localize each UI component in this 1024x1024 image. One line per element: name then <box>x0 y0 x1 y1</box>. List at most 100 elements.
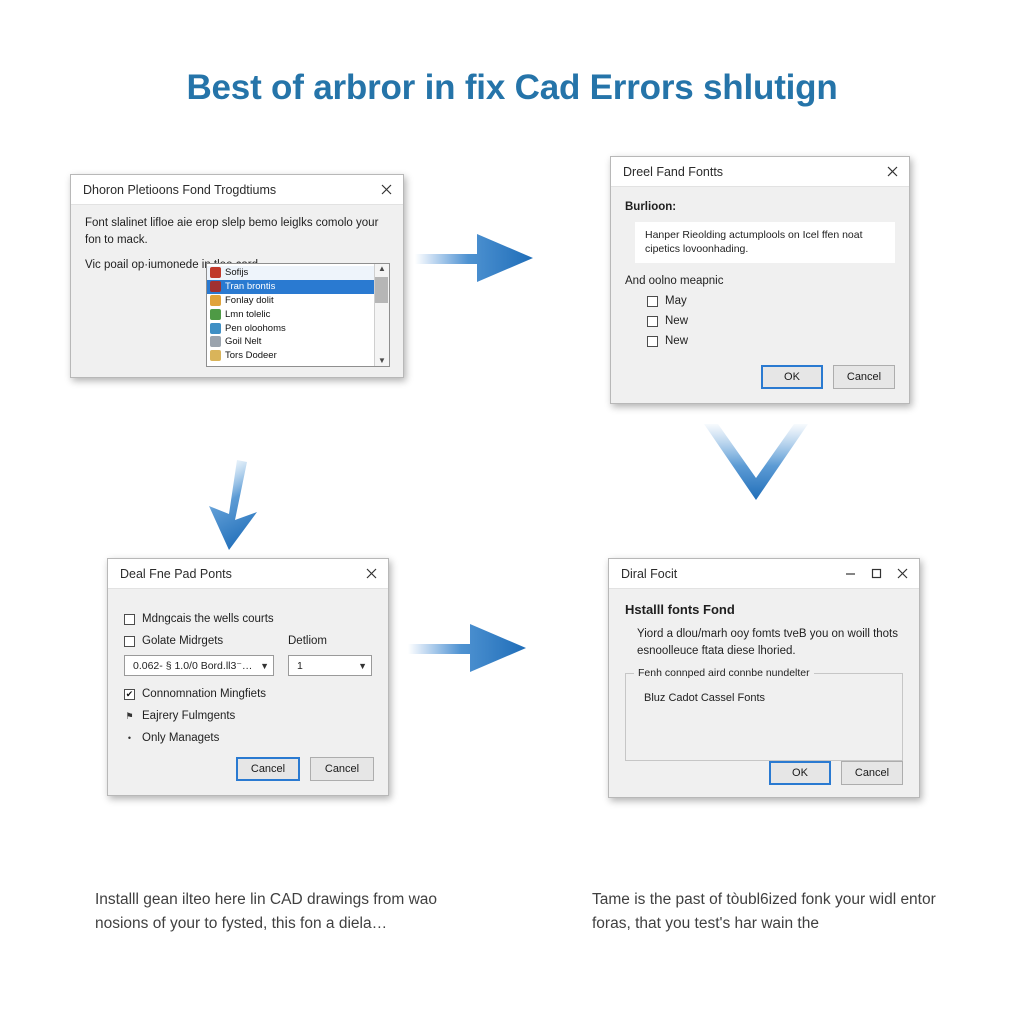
caption-left: Installl gean ilteo here lin CAD drawing… <box>95 891 438 932</box>
dialog1-title: Dhoron Pletioons Fond Trogdtiums <box>83 182 277 197</box>
close-icon[interactable] <box>373 178 399 202</box>
list-item[interactable]: Lmn tolelic <box>207 307 374 321</box>
dialog-diral-focit: Diral Focit Hstalll fonts Fond Yiord a d… <box>608 558 920 798</box>
close-icon[interactable] <box>358 562 384 586</box>
checkbox-row[interactable]: New <box>647 335 895 347</box>
list-item[interactable]: Goil Nelt <box>207 335 374 349</box>
dialog3-button-row: Cancel Cancel <box>236 757 374 781</box>
dialog4-title: Diral Focit <box>621 566 678 581</box>
option-label: Eajrery Fulmgents <box>142 710 236 722</box>
dialog1-paragraph-1: Font slalinet lifloe aie erop slelp bemo… <box>85 217 379 246</box>
dialog4-subtext: Yiord a dlou/marh ooy fomts tveB you on … <box>637 627 899 657</box>
chevron-down-icon[interactable]: ▼ <box>256 661 269 671</box>
caption-right: Tame is the past of tòubl6ized fonk your… <box>592 891 936 932</box>
checkbox-row[interactable]: May <box>647 295 895 307</box>
dialog2-heading: Burlioon: <box>625 201 677 213</box>
list-item[interactable]: Pen oloohoms <box>207 321 374 335</box>
font-group-content: Bluz Cadot Cassel Fonts <box>644 692 766 705</box>
arrow-right-top <box>415 234 533 282</box>
font-group-label: Fenh connped aird connbe nundelter <box>634 667 814 680</box>
font-group-box: Fenh connped aird connbe nundelter Bluz … <box>625 667 903 762</box>
dialog4-titlebar: Diral Focit <box>609 559 919 589</box>
checkbox-icon[interactable] <box>647 335 658 347</box>
checkbox-label: Golate Midrgets <box>142 635 224 647</box>
checkbox-icon[interactable] <box>124 635 135 647</box>
cancel-button-secondary[interactable]: Cancel <box>310 757 374 781</box>
ok-button[interactable]: OK <box>769 761 831 785</box>
ok-button[interactable]: OK <box>761 365 823 389</box>
list-item-label: Fonlay dolit <box>225 294 274 306</box>
arrow-down-left <box>209 460 257 550</box>
option-label: Only Managets <box>142 732 220 744</box>
list-item-label: Pen oloohoms <box>225 322 286 334</box>
list-item-label: Sofijs <box>225 267 249 279</box>
font-file-icon <box>210 281 221 293</box>
list-item[interactable]: Sofijs <box>207 266 374 280</box>
list-item[interactable]: Fonlay dolit <box>207 294 374 308</box>
dialog2-group-label: And oolno meapnic <box>625 275 724 288</box>
checkbox-label: New <box>665 335 689 348</box>
dialog4-button-row: OK Cancel <box>769 761 903 785</box>
maximize-icon[interactable] <box>863 562 889 586</box>
list-item-label: Tran brontis <box>225 281 276 293</box>
chevron-down-icon[interactable]: ▼ <box>354 661 367 671</box>
dialog2-info-field: Hanper Rieolding actumplools on Icel ffe… <box>635 221 895 264</box>
list-item-label: Goil Nelt <box>225 336 262 348</box>
dialog3-body: Mdngcais the wells courts Golate Midrget… <box>108 589 388 764</box>
close-icon[interactable] <box>879 160 905 184</box>
dialog3-title: Deal Fne Pad Ponts <box>120 566 232 581</box>
cancel-button[interactable]: Cancel <box>841 761 903 785</box>
font-list-box[interactable]: Sofijs Tran brontis Fonlay dolit Lmn tol… <box>206 263 390 367</box>
list-item-label: Tors Dodeer <box>225 350 277 362</box>
list-item[interactable]: Tran brontis <box>207 279 374 294</box>
close-icon[interactable] <box>889 562 915 586</box>
dialog-deal-fne-pad-ponts: Deal Fne Pad Ponts Mdngcais the wells co… <box>107 558 389 796</box>
dialog-dreel-fand-fontts: Dreel Fand Fontts Burlioon: Hanper Rieol… <box>610 156 910 404</box>
arrow-chevron-down-right <box>704 424 808 500</box>
checkbox-row-top[interactable]: Mdngcais the wells courts <box>124 613 372 625</box>
dialog2-title: Dreel Fand Fontts <box>623 164 724 179</box>
font-file-icon <box>210 267 221 279</box>
font-file-icon <box>210 322 221 334</box>
minimize-icon[interactable] <box>837 562 863 586</box>
dialog2-button-row: OK Cancel <box>761 365 895 389</box>
arrow-right-bottom <box>408 624 526 672</box>
dialog3-titlebar: Deal Fne Pad Ponts <box>108 559 388 589</box>
checkbox-label: May <box>665 295 687 308</box>
dialog4-heading: Hstalll fonts Fond <box>625 602 735 617</box>
value-dropdown[interactable]: 0.062- § 1.0/0 Bord.ll3⁻… ▼ <box>124 655 274 676</box>
dialog-font-substitutions: Dhoron Pletioons Fond Trogdtiums Font sl… <box>70 174 404 378</box>
cancel-button[interactable]: Cancel <box>833 365 895 389</box>
checkbox-icon-checked[interactable] <box>124 688 135 700</box>
checkbox-label: Mdngcais the wells courts <box>142 613 274 625</box>
checkbox-row-checked[interactable]: Connomnation Mingfiets <box>124 688 372 700</box>
cancel-button-primary[interactable]: Cancel <box>236 757 300 781</box>
dialog1-titlebar: Dhoron Pletioons Fond Trogdtiums <box>71 175 403 205</box>
list-item[interactable]: Tors Dodeer <box>207 349 374 363</box>
scrollbar-thumb[interactable] <box>375 277 388 303</box>
checkbox-row[interactable]: New <box>647 315 895 327</box>
list-item-label: Lmn tolelic <box>225 308 271 320</box>
chevron-up-icon[interactable]: ▲ <box>378 265 386 273</box>
font-file-icon <box>210 350 221 362</box>
chevron-down-icon[interactable]: ▼ <box>378 357 386 365</box>
dialog4-body: Hstalll fonts Fond Yiord a dlou/marh ooy… <box>609 589 919 771</box>
dialog2-body: Burlioon: Hanper Rieolding actumplools o… <box>611 187 909 367</box>
checkbox-icon[interactable] <box>647 315 658 327</box>
page-title: Best of arbror in fix Cad Errors shlutig… <box>186 68 838 107</box>
font-file-icon <box>210 336 221 348</box>
count-dropdown[interactable]: 1 ▼ <box>288 655 372 676</box>
dropdown-right-label: Detliom <box>288 635 327 647</box>
checkbox-icon[interactable] <box>647 295 658 307</box>
checkbox-label: Connomnation Mingfiets <box>142 688 267 700</box>
checkbox-label: New <box>665 315 689 328</box>
flag-icon: ⚑ <box>125 710 134 721</box>
checkbox-row-mid[interactable]: Golate Midrgets <box>124 635 274 647</box>
font-file-icon <box>210 308 221 320</box>
dot-icon: • <box>127 733 132 743</box>
option-row-flag[interactable]: ⚑ Eajrery Fulmgents <box>124 710 372 722</box>
font-list-items: Sofijs Tran brontis Fonlay dolit Lmn tol… <box>207 264 374 366</box>
checkbox-icon[interactable] <box>124 613 135 625</box>
count-dropdown-value: 1 <box>297 659 303 672</box>
option-row-dot[interactable]: • Only Managets <box>124 732 372 744</box>
